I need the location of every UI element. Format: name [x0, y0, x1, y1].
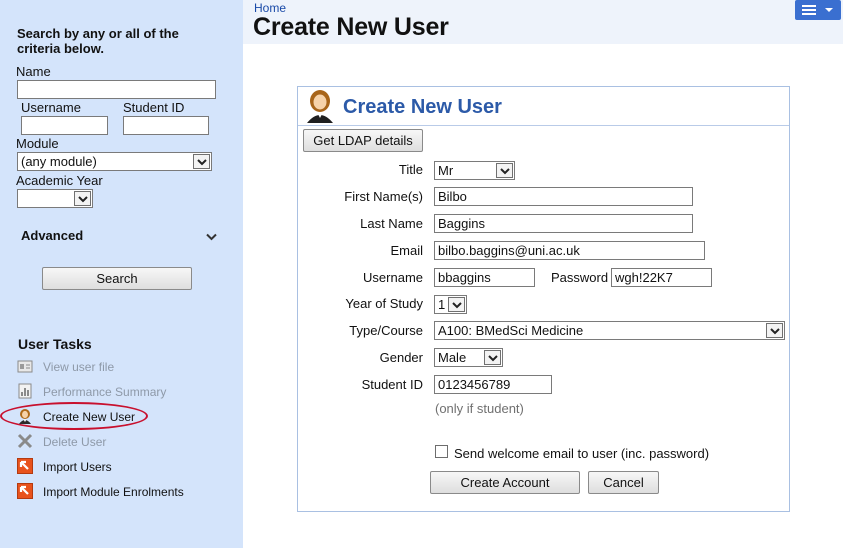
chevron-down-icon — [193, 154, 210, 169]
student-id-hint: (only if student) — [435, 401, 524, 416]
username-label: Username — [21, 100, 81, 115]
last-name-label: Last Name — [360, 216, 423, 231]
password-input[interactable]: wgh!22K7 — [611, 268, 712, 287]
delete-x-icon — [17, 433, 33, 449]
search-button[interactable]: Search — [42, 267, 192, 290]
first-name-input[interactable]: Bilbo — [434, 187, 693, 206]
email-label: Email — [390, 243, 423, 258]
panel-header: Create New User — [298, 87, 789, 126]
type-course-select[interactable]: A100: BMedSci Medicine — [434, 321, 785, 340]
user-icon — [17, 408, 33, 424]
task-label: Performance Summary — [43, 385, 167, 399]
password-label: Password — [551, 270, 609, 285]
type-course-value: A100: BMedSci Medicine — [438, 323, 584, 338]
user-tasks-title: User Tasks — [18, 336, 92, 352]
chevron-down-icon — [484, 350, 501, 365]
title-label: Title — [398, 162, 423, 177]
year-of-study-select[interactable]: 1 — [434, 295, 467, 314]
task-label: Delete User — [43, 435, 107, 449]
year-of-study-label: Year of Study — [345, 296, 423, 311]
chevron-down-icon[interactable] — [206, 229, 217, 244]
hamburger-icon — [802, 5, 833, 15]
name-label: Name — [16, 64, 51, 79]
import-icon — [17, 458, 33, 474]
chevron-down-icon — [496, 163, 513, 178]
page-title: Create New User — [253, 13, 449, 41]
module-select[interactable]: (any module) — [17, 152, 212, 171]
year-of-study-value: 1 — [438, 297, 446, 312]
last-name-input[interactable]: Baggins — [434, 214, 693, 233]
advanced-toggle[interactable]: Advanced — [21, 228, 83, 243]
chevron-down-icon — [74, 191, 91, 206]
chevron-down-icon — [448, 297, 465, 312]
gender-select-value: Male — [438, 350, 467, 365]
welcome-email-checkbox[interactable] — [435, 445, 448, 458]
first-name-label: First Name(s) — [344, 189, 423, 204]
task-label: View user file — [43, 360, 115, 374]
student-id-input[interactable]: 0123456789 — [434, 375, 552, 394]
user-avatar-icon — [303, 89, 337, 126]
gender-label: Gender — [379, 350, 423, 365]
panel-title: Create New User — [343, 96, 502, 118]
sidebar: Search by any or all of the criteria bel… — [0, 0, 243, 548]
academic-year-select[interactable] — [17, 189, 93, 208]
page-header: Home Create New User — [243, 0, 843, 44]
username-input[interactable] — [21, 116, 108, 135]
cancel-button[interactable]: Cancel — [588, 471, 659, 494]
academic-year-label: Academic Year — [16, 173, 103, 188]
title-select-value: Mr — [438, 163, 454, 178]
user-file-icon — [17, 358, 33, 374]
type-course-label: Type/Course — [349, 323, 423, 338]
task-label: Import Users — [43, 460, 112, 474]
search-heading: Search by any or all of the criteria bel… — [17, 26, 179, 56]
module-label: Module — [16, 136, 59, 151]
chevron-down-icon — [766, 323, 783, 338]
main-menu-button[interactable] — [795, 0, 841, 20]
title-select[interactable]: Mr — [434, 161, 515, 180]
get-ldap-button[interactable]: Get LDAP details — [303, 129, 423, 152]
username-label: Username — [363, 270, 423, 285]
student-id-label: Student ID — [361, 377, 423, 392]
name-input[interactable] — [17, 80, 216, 99]
chart-icon — [17, 383, 33, 399]
welcome-email-label[interactable]: Send welcome email to user (inc. passwor… — [454, 446, 709, 461]
create-account-button[interactable]: Create Account — [430, 471, 580, 494]
student-id-input[interactable] — [123, 116, 209, 135]
username-input[interactable]: bbaggins — [434, 268, 535, 287]
gender-select[interactable]: Male — [434, 348, 503, 367]
import-icon — [17, 483, 33, 499]
email-input[interactable]: bilbo.baggins@uni.ac.uk — [434, 241, 705, 260]
student-id-label: Student ID — [123, 100, 185, 115]
task-label: Create New User — [43, 410, 136, 424]
task-label: Import Module Enrolments — [43, 485, 184, 499]
module-select-value: (any module) — [21, 154, 97, 169]
